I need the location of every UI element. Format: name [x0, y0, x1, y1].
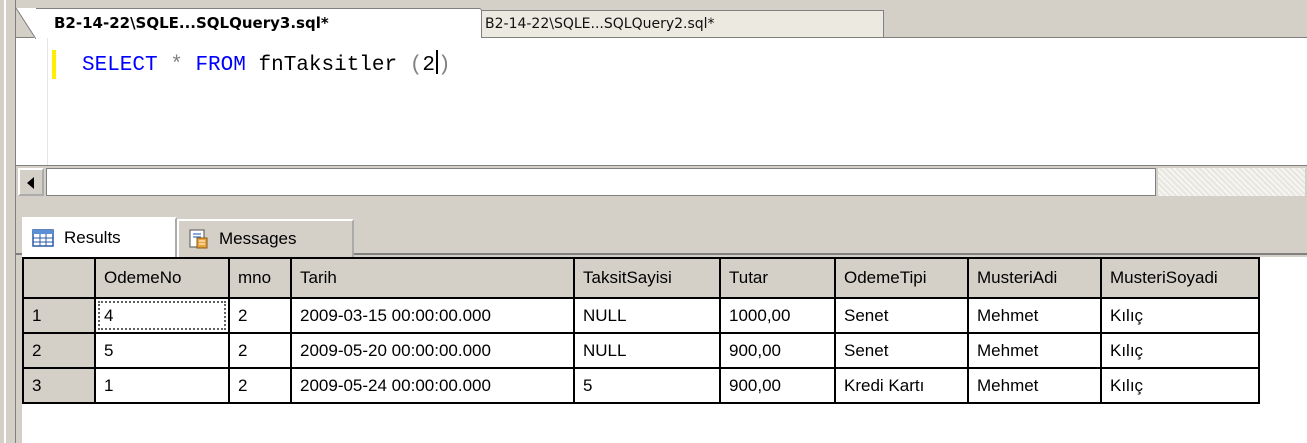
grid-cell[interactable]: 900,00: [719, 367, 836, 404]
grid-cell[interactable]: Kredi Kartı: [834, 367, 969, 404]
table-row: 3 1 2 2009-05-24 00:00:00.000 5 900,00 K…: [22, 367, 1260, 404]
tab-results-label: Results: [64, 228, 121, 247]
column-header[interactable]: OdemeTipi: [834, 257, 969, 299]
column-header[interactable]: MusteriAdi: [967, 257, 1102, 299]
grid-corner-cell[interactable]: [22, 257, 96, 299]
grid-cell[interactable]: 900,00: [719, 332, 836, 369]
scroll-track[interactable]: [1158, 168, 1305, 196]
column-header[interactable]: TaksitSayisi: [573, 257, 721, 299]
grid-cell[interactable]: 2: [228, 297, 292, 334]
left-window-edge: [0, 0, 16, 443]
grid-cell[interactable]: Senet: [834, 297, 969, 334]
result-tabs: Results Messages: [16, 215, 1307, 257]
editor-gutter: [16, 38, 48, 165]
change-indicator: [52, 50, 56, 79]
column-header[interactable]: mno: [228, 257, 292, 299]
code-line-1[interactable]: SELECT * FROM fnTaksitler (2): [82, 50, 451, 79]
table-row: 2 5 2 2009-05-20 00:00:00.000 NULL 900,0…: [22, 332, 1260, 369]
grid-cell[interactable]: Kılıç: [1100, 367, 1260, 404]
scroll-thumb[interactable]: [46, 168, 1156, 196]
grid-cell[interactable]: Kılıç: [1100, 297, 1260, 334]
grid-cell[interactable]: 2009-05-24 00:00:00.000: [290, 367, 575, 404]
results-grid: OdemeNo mno Tarih TaksitSayisi Tutar Ode…: [22, 257, 1260, 404]
grid-cell[interactable]: 2009-03-15 00:00:00.000: [290, 297, 575, 334]
results-pane: Results Messages OdemeNo mno Tarih Taksi…: [16, 199, 1307, 443]
column-header[interactable]: OdemeNo: [94, 257, 230, 299]
grid-cell[interactable]: Senet: [834, 332, 969, 369]
keyword-select: SELECT: [82, 54, 158, 77]
tab-results[interactable]: Results: [22, 217, 177, 257]
column-header[interactable]: MusteriSoyadi: [1100, 257, 1260, 299]
operator-star: *: [170, 54, 183, 77]
grid-cell[interactable]: Mehmet: [967, 332, 1102, 369]
tab-messages[interactable]: Messages: [177, 219, 354, 257]
row-number[interactable]: 3: [22, 367, 96, 404]
grid-cell[interactable]: 1: [94, 367, 230, 404]
grid-cell[interactable]: NULL: [573, 297, 721, 334]
grid-cell[interactable]: 1000,00: [719, 297, 836, 334]
grid-cell[interactable]: Mehmet: [967, 297, 1102, 334]
grid-cell[interactable]: 2: [228, 367, 292, 404]
grid-cell[interactable]: 2009-05-20 00:00:00.000: [290, 332, 575, 369]
grid-cell[interactable]: 4: [94, 297, 230, 334]
function-name: fnTaksitler: [258, 54, 398, 77]
grid-cell[interactable]: 2: [228, 332, 292, 369]
column-header[interactable]: Tarih: [290, 257, 575, 299]
tab-messages-label: Messages: [219, 229, 297, 248]
paren-open: (: [409, 54, 423, 77]
tab-sqlquery2[interactable]: B2-14-22\SQLE...SQLQuery2.sql*: [451, 10, 884, 39]
row-number[interactable]: 2: [22, 332, 96, 369]
messages-icon: [189, 229, 208, 249]
query-editor[interactable]: SELECT * FROM fnTaksitler (2): [16, 38, 1307, 165]
grid-cell[interactable]: 5: [94, 332, 230, 369]
tab-sqlquery3[interactable]: B2-14-22\SQLE...SQLQuery3.sql*: [16, 8, 482, 39]
document-tab-bar: B2-14-22\SQLE...SQLQuery3.sql* B2-14-22\…: [16, 0, 1307, 39]
grid-icon: [32, 229, 54, 247]
table-row: 1 4 2 2009-03-15 00:00:00.000 NULL 1000,…: [22, 297, 1260, 334]
argument-value: 2: [422, 54, 435, 77]
grid-cell[interactable]: NULL: [573, 332, 721, 369]
grid-header-row: OdemeNo mno Tarih TaksitSayisi Tutar Ode…: [22, 257, 1260, 299]
grid-cell[interactable]: Mehmet: [967, 367, 1102, 404]
column-header[interactable]: Tutar: [719, 257, 836, 299]
grid-cell[interactable]: 5: [573, 367, 721, 404]
row-number[interactable]: 1: [22, 297, 96, 334]
editor-horizontal-scrollbar[interactable]: [16, 165, 1307, 199]
arrow-left-icon[interactable]: [18, 168, 44, 196]
keyword-from: FROM: [195, 54, 246, 77]
paren-close: ): [437, 54, 451, 77]
grid-cell[interactable]: Kılıç: [1100, 332, 1260, 369]
results-grid-container: OdemeNo mno Tarih TaksitSayisi Tutar Ode…: [22, 257, 1307, 443]
